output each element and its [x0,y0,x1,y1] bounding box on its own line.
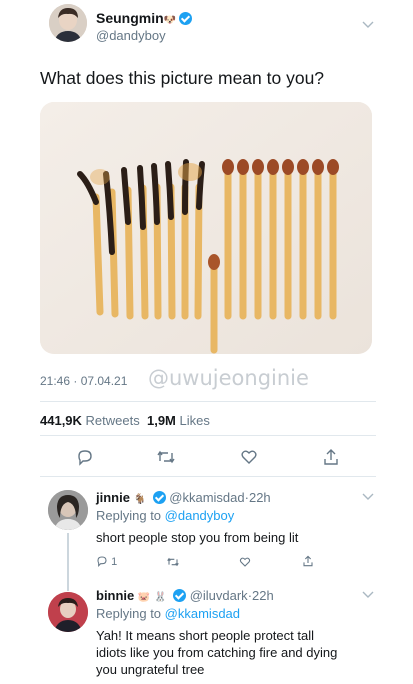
reply-display-name[interactable]: jinnie [96,490,130,505]
tweet-photo[interactable] [40,102,372,354]
replying-to-link[interactable]: @dandyboy [165,508,235,523]
reply-count: 1 [111,556,118,568]
reply-icon[interactable] [76,448,94,466]
reply-header: binnie 🐷 🐰 @iluvdark·22h [96,588,274,603]
verified-icon [152,491,166,504]
likes-count[interactable]: 1,9M [147,413,176,428]
chevron-down-icon[interactable] [362,20,374,32]
author-display-name[interactable]: Seungmin [96,10,164,26]
verified-icon [179,12,193,25]
divider [40,401,376,402]
puppy-emoji-icon: 🐶 [163,15,177,26]
divider [40,435,376,436]
replying-to-label: Replying to [96,606,162,621]
replying-to-label: Replying to [96,508,162,523]
share-icon[interactable] [302,554,314,572]
goat-emoji-icon: 🐐 [133,494,147,505]
reply-text-line: idiots like you from catching fire and d… [96,645,338,660]
retweet-icon[interactable] [166,555,180,573]
reply-header: jinnie 🐐 @kkamisdad·22h [96,490,271,505]
divider [40,476,376,477]
rabbit-emoji-icon: 🐰 [153,592,167,603]
reply-text-line: Yah! It means short people protect tall [96,628,314,643]
reply-text-line: you ungrateful tree [96,662,205,677]
reply-text: short people stop you from being lit [96,530,299,545]
pig-emoji-icon: 🐷 [137,592,151,603]
replying-to: Replying to @dandyboy [96,508,234,523]
like-icon[interactable] [239,555,251,573]
share-icon[interactable] [322,448,340,466]
reply-age[interactable]: 22h [252,588,274,603]
retweet-icon[interactable] [156,448,175,466]
reply-text: Yah! It means short people protect tall … [96,627,337,678]
author-handle[interactable]: @dandyboy [96,28,166,43]
author-avatar[interactable] [49,4,87,42]
like-icon[interactable] [240,448,258,466]
replying-to-link[interactable]: @kkamisdad [165,606,240,621]
verified-icon [173,589,187,602]
thread-line [67,533,69,591]
watermark-text: @uwujeonginie [148,366,309,390]
likes-label[interactable]: Likes [180,413,210,428]
reply-avatar[interactable] [48,490,88,530]
reply-display-name[interactable]: binnie [96,588,134,603]
reply-reply-action[interactable]: 1 [96,555,117,568]
reply-handle[interactable]: @kkamisdad [169,490,244,505]
tweet-text: What does this picture mean to you? [40,68,325,88]
chevron-down-icon[interactable] [362,492,374,504]
reply-handle[interactable]: @iluvdark [190,588,248,603]
reply-age[interactable]: 22h [249,490,271,505]
replying-to: Replying to @kkamisdad [96,606,240,621]
retweets-count[interactable]: 441,9K [40,413,82,428]
tweet-timestamp[interactable]: 21:46 · 07.04.21 [40,374,127,388]
author-name-row: Seungmin🐶 [96,10,193,26]
chevron-down-icon[interactable] [362,590,374,602]
reply-avatar[interactable] [48,592,88,632]
retweets-label[interactable]: Retweets [86,413,140,428]
tweet-stats: 441,9K Retweets 1,9M Likes [40,413,210,428]
